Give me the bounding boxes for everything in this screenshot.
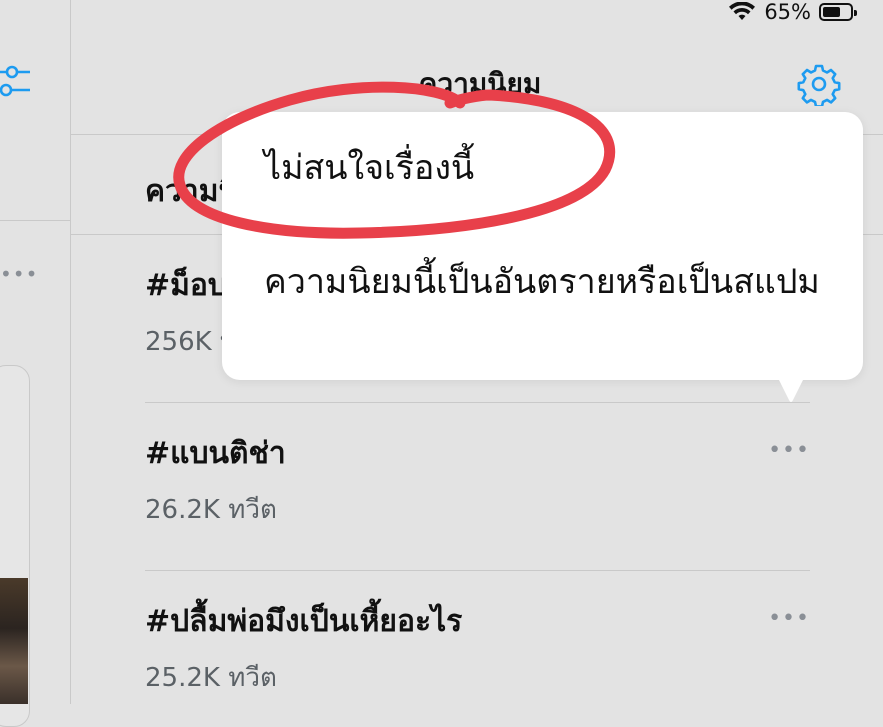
thumbnail-image[interactable] (0, 578, 28, 704)
more-horizontal-icon[interactable]: ••• (768, 438, 810, 463)
battery-percentage: 65% (764, 0, 811, 24)
wifi-icon (729, 2, 756, 20)
gear-icon[interactable] (797, 62, 841, 106)
trend-item[interactable]: #ปลื้มพ่อมึงเป็นเหี้ยอะไร 25.2K ทวีต ••• (145, 598, 810, 698)
trend-count: 26.2K ทวีต (145, 495, 277, 525)
menu-item-report-harmful-spam[interactable]: ความนิยมนี้เป็นอันตรายหรือเป็นสแปม (264, 260, 824, 304)
left-divider (0, 220, 70, 221)
battery-icon (819, 3, 857, 21)
row-divider (145, 402, 810, 403)
sliders-icon[interactable] (0, 62, 30, 102)
more-horizontal-icon[interactable]: ••• (768, 606, 810, 631)
more-horizontal-icon[interactable]: ••• (0, 262, 38, 286)
trend-item[interactable]: #แบนติช่า 26.2K ทวีต ••• (145, 430, 810, 530)
menu-pointer (778, 378, 804, 402)
battery-level (823, 7, 840, 17)
menu-item-not-interested[interactable]: ไม่สนใจเรื่องนี้ (264, 146, 474, 190)
trend-count: 25.2K ทวีต (145, 663, 277, 693)
trend-name: #ปลื้มพ่อมึงเป็นเหี้ยอะไร (145, 604, 463, 639)
trend-name: #แบนติช่า (145, 436, 286, 471)
context-menu: ไม่สนใจเรื่องนี้ ความนิยมนี้เป็นอันตรายห… (222, 112, 863, 380)
status-bar: 65% (728, 0, 857, 24)
row-divider (145, 570, 810, 571)
page-title: ความนิยม (418, 67, 542, 100)
